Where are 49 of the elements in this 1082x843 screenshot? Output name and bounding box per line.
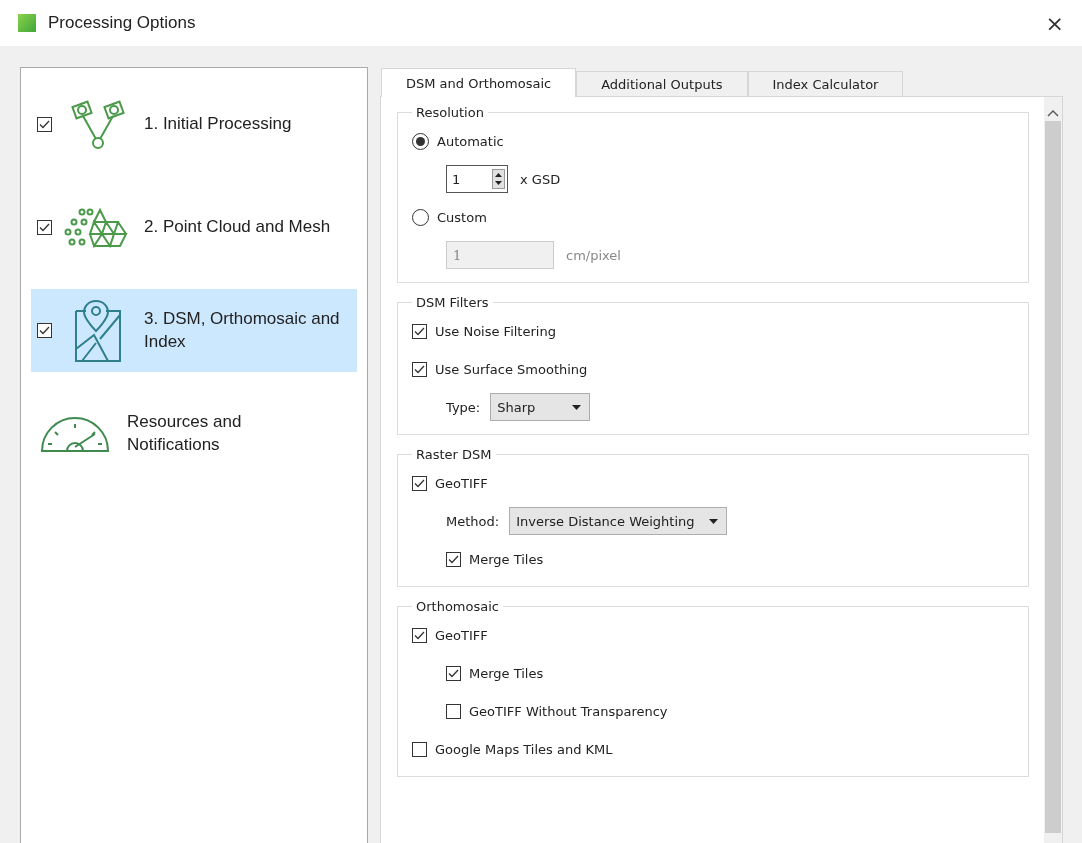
caret-icon <box>572 404 582 410</box>
checkbox[interactable] <box>412 627 427 643</box>
checkbox-label[interactable]: Google Maps Tiles and KML <box>435 741 613 757</box>
checkbox[interactable] <box>446 665 461 681</box>
checkbox[interactable] <box>412 323 427 339</box>
checkbox[interactable] <box>446 551 461 567</box>
checkbox-label[interactable]: Use Noise Filtering <box>435 323 556 339</box>
close-button[interactable]: × <box>1041 10 1068 36</box>
tab[interactable]: DSM and Orthomosaic <box>381 68 577 97</box>
tab[interactable]: Additional Outputs <box>576 71 748 96</box>
checkbox-label[interactable]: Merge Tiles <box>469 551 544 567</box>
checkbox[interactable] <box>446 703 461 719</box>
checkbox[interactable] <box>412 741 427 757</box>
group-title: Resolution <box>415 105 485 120</box>
checkbox[interactable] <box>37 220 52 235</box>
radio-label[interactable]: Automatic <box>437 133 504 149</box>
dropdown-label: Method: <box>446 513 500 529</box>
checkbox-label[interactable]: Use Surface Smoothing <box>435 361 588 377</box>
scrollbar[interactable] <box>1044 97 1062 843</box>
checkbox-label[interactable]: Merge Tiles <box>469 665 544 681</box>
camera-network-icon <box>69 98 127 151</box>
unit-label: x GSD <box>520 171 561 187</box>
sidebar-item[interactable]: Resources and Notifications <box>31 392 357 475</box>
caret-icon <box>708 518 718 524</box>
spin-arrows-icon[interactable] <box>492 169 505 189</box>
dropdown[interactable]: Sharp <box>490 393 591 421</box>
window-title: Processing Options <box>48 13 197 33</box>
checkbox-label[interactable]: GeoTIFF <box>435 627 488 643</box>
dropdown[interactable]: Inverse Distance Weighting <box>509 507 727 535</box>
radio-label[interactable]: Custom <box>437 209 487 225</box>
spin-field[interactable]: 1 <box>446 165 508 193</box>
checkbox-label[interactable]: GeoTIFF <box>435 475 488 491</box>
group-title: Raster DSM <box>415 447 493 462</box>
scroll-up-icon[interactable] <box>1047 109 1059 117</box>
unit-label: cm/pixel <box>566 247 621 263</box>
sidebar-item[interactable]: 3. DSM, Orthomosaic and Index <box>31 289 357 372</box>
app-icon <box>18 14 36 32</box>
sidebar-item[interactable]: 1. Initial Processing <box>31 83 357 166</box>
map-pin-icon <box>72 298 124 363</box>
checkbox[interactable] <box>412 361 427 377</box>
sidebar-item[interactable]: 2. Point Cloud and Mesh <box>31 186 357 269</box>
dropdown-label: Type: <box>446 399 481 415</box>
group-title: Orthomosaic <box>415 599 500 614</box>
tab[interactable]: Index Calculator <box>747 71 904 96</box>
checkbox[interactable] <box>37 323 52 338</box>
checkbox[interactable] <box>37 117 52 132</box>
group-title: DSM Filters <box>415 295 490 310</box>
checkbox[interactable] <box>412 475 427 491</box>
checkbox-label[interactable]: GeoTIFF Without Transparency <box>469 703 668 719</box>
